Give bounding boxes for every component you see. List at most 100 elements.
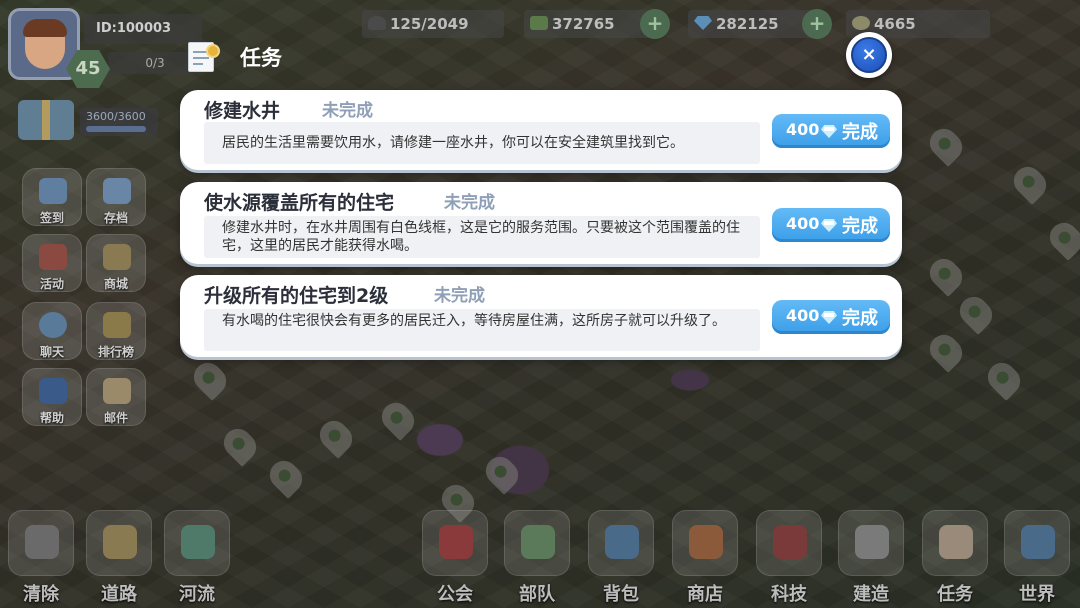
scroll-seal (206, 44, 220, 58)
resource-diamond: 282125 + (688, 9, 832, 39)
road-icon (103, 525, 137, 559)
chat-icon (39, 312, 67, 338)
add-diamond-button[interactable]: + (802, 9, 832, 39)
bottom-label: 河流 (179, 584, 215, 605)
bottom-label: 部队 (519, 584, 555, 605)
guild-icon (439, 525, 473, 559)
energy-bar: 3600/3600 (80, 108, 158, 136)
bottom-label: 清除 (23, 584, 59, 605)
menu-label: 存档 (103, 211, 128, 225)
dialog-title: 任务 (240, 46, 282, 70)
complete-task-button[interactable]: 400 完成 (772, 114, 890, 148)
store-icon (689, 525, 723, 559)
bottom-clear-button[interactable] (8, 510, 74, 576)
close-icon: × (851, 37, 887, 73)
menu-label: 签到 (39, 211, 64, 225)
hammer-icon (855, 525, 889, 559)
diamond-icon (821, 219, 837, 232)
bottom-river-button[interactable] (164, 510, 230, 576)
task-name: 升级所有的住宅到2级 (204, 285, 389, 307)
resource-value: 125/2049 (390, 15, 469, 33)
bottom-tech-button[interactable] (756, 510, 822, 576)
diamond-icon (821, 125, 837, 138)
task-status: 未完成 (434, 286, 485, 306)
resource-value: 4665 (874, 15, 916, 33)
add-cash-button[interactable]: + (640, 9, 670, 39)
bottom-label: 建造 (853, 584, 889, 605)
population-icon (368, 16, 386, 30)
diamond-icon (821, 311, 837, 324)
bottom-guild-button[interactable] (422, 510, 488, 576)
complete-task-button[interactable]: 400 完成 (772, 208, 890, 242)
cash-icon (530, 16, 548, 30)
reward-amount: 400 (786, 120, 820, 139)
diamond-icon (694, 16, 712, 30)
chest-icon[interactable] (18, 100, 74, 140)
reward-amount: 400 (786, 214, 820, 233)
task-card: 修建水井 未完成 居民的生活里需要饮用水，请修建一座水井，你可以在安全建筑里找到… (180, 90, 902, 170)
energy-value: 3600/3600 (86, 110, 146, 123)
river-icon (181, 525, 215, 559)
mail-icon (103, 378, 131, 404)
bottom-label: 公会 (437, 584, 473, 605)
scroll-line (193, 63, 203, 65)
shop-icon (103, 244, 131, 270)
shovel-icon (25, 525, 59, 559)
menu-event-button[interactable]: 活动 (22, 234, 82, 292)
task-scroll-icon (184, 40, 220, 72)
task-card: 使水源覆盖所有的住宅 未完成 修建水井时，在水井周围有白色线框，这是它的服务范围… (180, 182, 902, 264)
menu-label: 活动 (39, 277, 64, 291)
bottom-road-button[interactable] (86, 510, 152, 576)
complete-label: 完成 (842, 308, 878, 329)
gift-icon (39, 244, 67, 270)
scroll-icon (939, 525, 973, 559)
task-card: 升级所有的住宅到2级 未完成 有水喝的住宅很快会有更多的居民迁入，等待房屋住满，… (180, 275, 902, 357)
world-map-icon (1021, 525, 1055, 559)
menu-label: 帮助 (39, 411, 64, 425)
backpack-icon (605, 525, 639, 559)
task-description: 有水喝的住宅很快会有更多的居民迁入，等待房屋住满，这所房子就可以升级了。 (204, 309, 760, 351)
menu-checkin-button[interactable]: 签到 (22, 168, 82, 226)
bottom-army-button[interactable] (504, 510, 570, 576)
bottom-store-button[interactable] (672, 510, 738, 576)
complete-label: 完成 (842, 216, 878, 237)
bottom-label: 商店 (687, 584, 723, 605)
task-description: 居民的生活里需要饮用水，请修建一座水井，你可以在安全建筑里找到它。 (204, 122, 760, 164)
menu-mall-button[interactable]: 商城 (86, 234, 146, 292)
menu-label: 聊天 (39, 345, 64, 359)
bottom-backpack-button[interactable] (588, 510, 654, 576)
resource-value: 372765 (552, 15, 615, 33)
resource-population: 125/2049 (362, 10, 504, 38)
bottom-task-button[interactable] (922, 510, 988, 576)
resource-cash: 372765 + (524, 9, 670, 39)
avatar-hair (23, 19, 67, 37)
menu-help-button[interactable]: 帮助 (22, 368, 82, 426)
bottom-label: 任务 (937, 584, 973, 605)
bottom-build-button[interactable] (838, 510, 904, 576)
menu-mail-button[interactable]: 邮件 (86, 368, 146, 426)
bottom-label: 世界 (1019, 584, 1055, 605)
trophy-icon (103, 312, 131, 338)
menu-chat-button[interactable]: 聊天 (22, 302, 82, 360)
menu-leaderboard-button[interactable]: 排行榜 (86, 302, 146, 360)
menu-label: 商城 (103, 277, 128, 291)
task-status: 未完成 (322, 101, 373, 121)
reward-amount: 400 (786, 306, 820, 325)
resource-value: 282125 (716, 15, 779, 33)
task-name: 使水源覆盖所有的住宅 (204, 192, 395, 214)
menu-save-button[interactable]: 存档 (86, 168, 146, 226)
checkin-icon (39, 178, 67, 204)
bottom-label: 背包 (603, 584, 639, 605)
complete-label: 完成 (842, 122, 878, 143)
close-button[interactable]: × (846, 32, 892, 78)
task-name: 修建水井 (204, 100, 281, 122)
army-icon (521, 525, 555, 559)
complete-task-button[interactable]: 400 完成 (772, 300, 890, 334)
bottom-label: 道路 (101, 584, 137, 605)
save-icon (103, 178, 131, 204)
scroll-line (193, 57, 209, 59)
bottom-world-button[interactable] (1004, 510, 1070, 576)
tech-icon (773, 525, 807, 559)
energy-fill (86, 126, 146, 132)
menu-label: 邮件 (103, 411, 128, 425)
